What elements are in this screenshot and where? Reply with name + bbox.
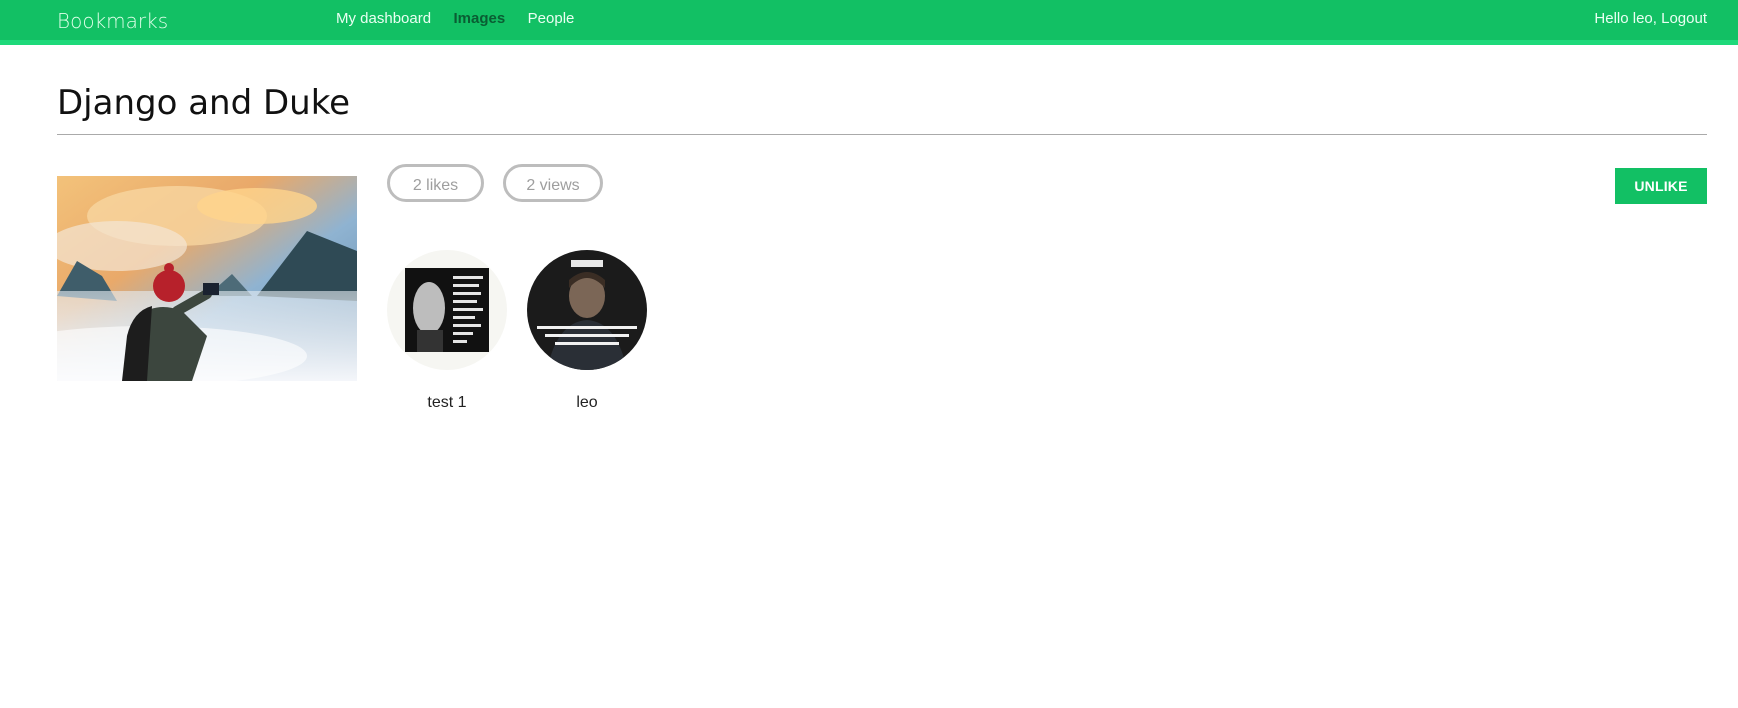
- logo[interactable]: Bookmarks: [57, 9, 168, 33]
- title-divider: [57, 134, 1707, 135]
- liker-avatar[interactable]: [527, 250, 647, 370]
- avatar-movie-still-icon: [527, 250, 647, 370]
- greeting-text: Hello leo,: [1594, 10, 1657, 27]
- avatar-quote-poster-icon: [387, 250, 507, 370]
- liker-item: leo: [527, 250, 647, 412]
- nav-link-images[interactable]: Images: [454, 10, 506, 27]
- unlike-button[interactable]: UNLIKE: [1615, 168, 1707, 204]
- nav-item-dashboard: My dashboard: [336, 10, 431, 27]
- page-title: Django and Duke: [57, 83, 351, 123]
- nav-item-people: People: [528, 10, 575, 27]
- liker-name[interactable]: test 1: [387, 394, 507, 412]
- user-area: Hello leo, Logout: [1594, 10, 1707, 27]
- nav-link-dashboard[interactable]: My dashboard: [336, 10, 431, 27]
- liker-name[interactable]: leo: [527, 394, 647, 412]
- nav-link-people[interactable]: People: [528, 10, 575, 27]
- photo-woman-mountains: [57, 176, 357, 381]
- likes-count-badge: 2 likes: [387, 164, 484, 202]
- top-navbar: Bookmarks My dashboard Images People Hel…: [0, 0, 1738, 45]
- liker-item: test 1: [387, 250, 507, 412]
- logout-link[interactable]: Logout: [1661, 10, 1707, 27]
- liker-avatar[interactable]: [387, 250, 507, 370]
- nav-item-images: Images: [454, 10, 506, 27]
- image-detail-photo[interactable]: [57, 176, 357, 381]
- main-nav: My dashboard Images People: [336, 10, 592, 28]
- views-count-badge: 2 views: [503, 164, 603, 202]
